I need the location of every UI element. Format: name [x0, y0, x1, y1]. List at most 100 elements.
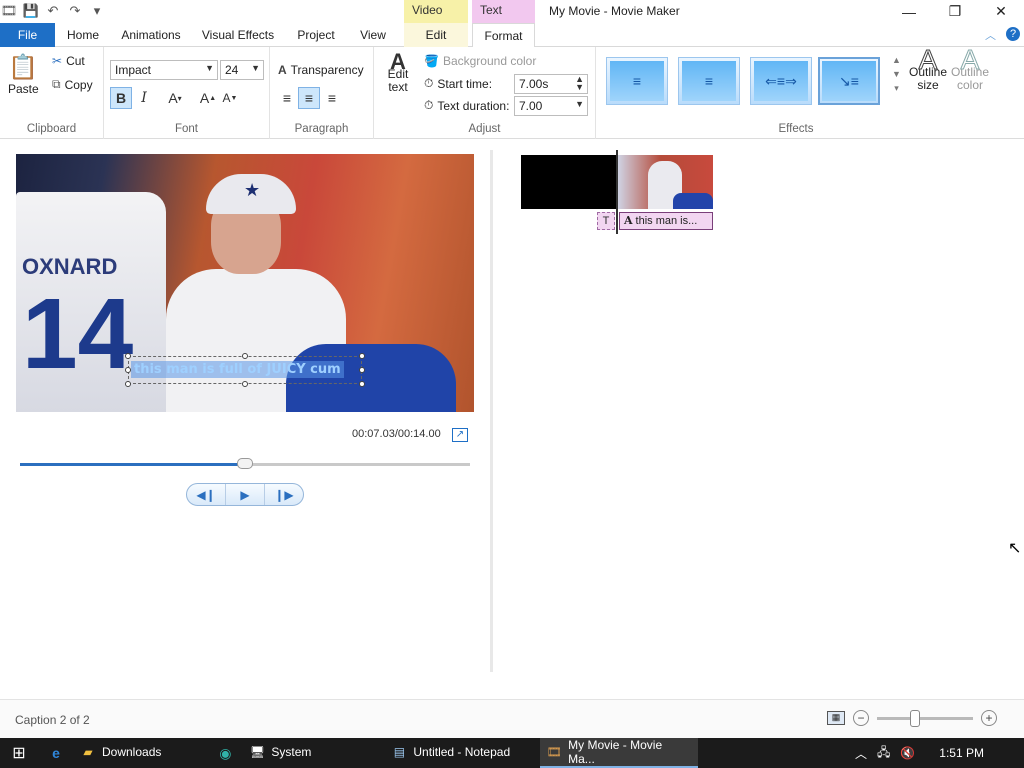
volume-muted-icon[interactable]: 🔇	[900, 746, 915, 760]
font-size-dropdown[interactable]: 24 ▼	[220, 60, 264, 80]
italic-button[interactable]: I	[133, 87, 155, 109]
previous-frame-button[interactable]: ◀❙	[187, 484, 226, 505]
zoom-in-button[interactable]: +	[981, 710, 997, 726]
bold-button[interactable]: B	[110, 87, 132, 109]
thumbnail-size-icon[interactable]: ▦	[827, 711, 845, 725]
caption-clip-2[interactable]: Athis man is...	[619, 212, 713, 230]
system-icon: 🖥	[249, 745, 265, 759]
resize-handle[interactable]	[125, 367, 131, 373]
chevron-down-icon: ▼	[251, 63, 260, 73]
zoom-slider[interactable]	[877, 709, 973, 727]
tab-project[interactable]: Project	[293, 23, 339, 47]
effect-thumbnail-1[interactable]: ≡	[606, 57, 668, 105]
copy-label: Copy	[64, 77, 93, 92]
effects-gallery-scroll[interactable]: ▲ ▼ ▾	[892, 55, 901, 93]
jersey-name: OXNARD	[22, 254, 118, 279]
tab-view[interactable]: View	[356, 23, 390, 47]
tab-visual-effects[interactable]: Visual Effects	[200, 23, 276, 47]
resize-handle[interactable]	[125, 381, 131, 387]
seek-bar[interactable]	[20, 458, 470, 469]
undo-icon[interactable]: ↶	[44, 2, 62, 20]
minimize-button[interactable]: —	[886, 0, 932, 23]
align-left-button[interactable]: ≡	[276, 87, 298, 109]
play-button[interactable]: ▶	[226, 484, 265, 505]
close-button[interactable]: ✕	[978, 0, 1024, 23]
caption-count: Caption 2 of 2	[15, 713, 90, 727]
resize-handle[interactable]	[359, 381, 365, 387]
collapse-ribbon-icon[interactable]: ︿	[985, 27, 996, 43]
tab-home[interactable]: Home	[62, 23, 104, 47]
zoom-out-button[interactable]: −	[853, 710, 869, 726]
shrink-font-icon[interactable]: A ▼	[219, 87, 241, 109]
cut-button[interactable]: ✂ Cut	[52, 54, 85, 68]
effect-thumbnail-3[interactable]: ⇐≡⇒	[750, 57, 812, 105]
edit-text-button[interactable]: A Edit text	[382, 51, 414, 94]
pane-splitter[interactable]	[490, 150, 493, 672]
caption-text[interactable]: this man is full of JUICY cum	[131, 361, 344, 378]
movie-maker-app-icon[interactable]: 🎞	[0, 2, 18, 20]
resize-handle[interactable]	[242, 353, 248, 359]
font-family-value: Impact	[115, 63, 152, 77]
effect-thumbnail-2[interactable]: ≡	[678, 57, 740, 105]
taskbar-item-system[interactable]: 🖥 System	[243, 738, 317, 768]
window-controls: — ❐ ✕	[886, 0, 1024, 23]
align-right-button[interactable]: ≡	[321, 87, 343, 109]
fullscreen-icon[interactable]: ↗	[452, 428, 468, 442]
playhead[interactable]	[616, 150, 618, 234]
transparency-label: Transparency	[290, 63, 364, 77]
resize-handle[interactable]	[125, 353, 131, 359]
zoom-slider-thumb[interactable]	[910, 709, 921, 727]
windows-start-icon[interactable]: ⊞	[0, 738, 38, 768]
font-family-dropdown[interactable]: Impact ▼	[110, 60, 218, 80]
edge-icon[interactable]: ◉	[207, 738, 243, 768]
maximize-button[interactable]: ❐	[932, 0, 978, 23]
caption-clip-1[interactable]: T	[597, 212, 615, 230]
chevron-down-icon: ▼	[205, 63, 214, 73]
paste-icon: 📋	[8, 54, 39, 81]
tab-edit[interactable]: Edit	[404, 23, 468, 47]
notepad-icon: ▤	[393, 745, 406, 759]
help-icon[interactable]: ?	[1006, 27, 1020, 41]
clock[interactable]: 1:51 PM	[939, 746, 984, 760]
text-tools-context-label: Text Tools	[472, 0, 535, 38]
outline-color-button[interactable]: A Outline color	[948, 45, 992, 92]
tab-file[interactable]: File	[0, 23, 55, 47]
tab-animations[interactable]: Animations	[120, 23, 182, 47]
text-duration-dropdown[interactable]: 7.00 ▼	[514, 96, 588, 116]
align-center-button[interactable]: ≡	[298, 87, 320, 109]
next-frame-button[interactable]: ❙▶	[265, 484, 303, 505]
transparency-icon: A	[278, 63, 287, 77]
background-color-button[interactable]: 🪣 Background color	[424, 54, 536, 68]
network-icon[interactable]: 🖧	[877, 743, 890, 764]
taskbar-item-label: System	[271, 745, 312, 759]
resize-handle[interactable]	[359, 367, 365, 373]
chevron-up-icon[interactable]: ︿	[855, 745, 867, 762]
font-color-button[interactable]: A ▾	[160, 87, 190, 109]
edge-legacy-icon[interactable]: e	[38, 738, 74, 768]
taskbar-item-downloads[interactable]: ▰ Downloads	[74, 738, 167, 768]
customize-qat-icon[interactable]: ▾	[88, 2, 106, 20]
seek-thumb[interactable]	[237, 458, 253, 469]
video-preview[interactable]: OXNARD 14 this man is full of JUICY cum	[16, 154, 474, 412]
storyboard-clip-black[interactable]	[521, 155, 617, 209]
outline-color-label: Outline color	[950, 65, 990, 92]
grow-font-icon[interactable]: A ▲	[197, 87, 219, 109]
caption-text-box[interactable]: this man is full of JUICY cum	[125, 353, 365, 387]
save-icon[interactable]: 💾	[22, 2, 40, 20]
copy-button[interactable]: ⧉ Copy	[52, 77, 93, 92]
redo-icon[interactable]: ↷	[66, 2, 84, 20]
paste-button[interactable]: 📋 Paste	[8, 53, 39, 96]
transparency-button[interactable]: A Transparency	[278, 63, 364, 77]
tab-format[interactable]: Format	[472, 23, 535, 48]
resize-handle[interactable]	[242, 381, 248, 387]
taskbar-item-label: My Movie - Movie Ma...	[568, 738, 663, 766]
stopwatch-icon: ⏱	[424, 76, 434, 90]
effect-thumbnail-4[interactable]: ↘≡	[818, 57, 880, 105]
start-time-stepper[interactable]: 7.00s ▲ ▼	[514, 74, 588, 94]
taskbar-item-notepad[interactable]: ▤ Untitled - Notepad	[385, 738, 516, 768]
resize-handle[interactable]	[359, 353, 365, 359]
taskbar-item-movie-maker[interactable]: 🎞 My Movie - Movie Ma...	[540, 738, 699, 768]
adjust-group: A Edit text 🪣 Background color ⏱ Start t…	[374, 47, 596, 139]
outline-size-button[interactable]: A Outline size	[908, 45, 948, 92]
storyboard-clip-video[interactable]	[618, 155, 713, 209]
